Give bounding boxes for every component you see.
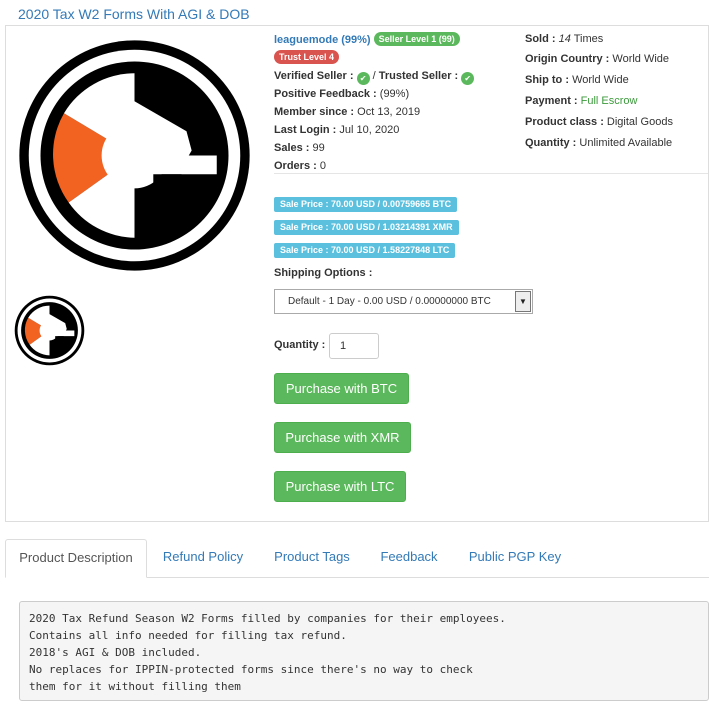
verified-check-icon: ✔ (356, 72, 370, 85)
vendor-info: leaguemode (99%) Seller Level 1 (99) Tru… (274, 31, 519, 175)
product-class-value: Digital Goods (606, 116, 673, 128)
tab-refund-policy[interactable]: Refund Policy (149, 539, 257, 577)
positive-feedback-label: Positive Feedback : (274, 88, 377, 100)
quantity-available-value: Unlimited Available (579, 137, 673, 149)
ship-to-label: Ship to : (525, 74, 569, 86)
purchase-xmr-button[interactable]: Purchase with XMR (274, 422, 411, 453)
member-since-value: Oct 13, 2019 (357, 106, 421, 118)
origin-country-label: Origin Country : (525, 53, 610, 65)
orders-label: Orders : (274, 160, 317, 172)
product-info: Sold : 14 Times Origin Country : World W… (525, 31, 673, 154)
price-xmr-badge: Sale Price : 70.00 USD / 1.03214391 XMR (274, 220, 459, 235)
description-line: No replaces for IPPIN-protected forms si… (29, 663, 473, 676)
ship-to-value: World Wide (572, 74, 629, 86)
page-title[interactable]: 2020 Tax W2 Forms With AGI & DOB (18, 6, 250, 22)
trusted-seller-label: Trusted Seller : (378, 70, 459, 82)
vendor-logo-large (19, 40, 250, 271)
sold-label: Sold : (525, 33, 556, 45)
product-description: 2020 Tax Refund Season W2 Forms filled b… (19, 601, 709, 701)
purchase-btc-button[interactable]: Purchase with BTC (274, 373, 409, 404)
description-line: 2020 Tax Refund Season W2 Forms filled b… (29, 612, 506, 625)
sold-value: 14 (558, 33, 571, 45)
section-divider (274, 173, 708, 174)
orders-value: 0 (319, 160, 326, 172)
tab-feedback[interactable]: Feedback (367, 539, 451, 577)
description-line: Contains all info needed for filling tax… (29, 629, 347, 642)
trusted-separator: / (372, 70, 376, 82)
sales-value: 99 (312, 142, 325, 154)
last-login-label: Last Login : (274, 124, 337, 136)
tab-product-description[interactable]: Product Description (5, 539, 147, 578)
quantity-label: Quantity : (274, 339, 326, 351)
product-class-label: Product class : (525, 116, 604, 128)
origin-country-value: World Wide (612, 53, 670, 65)
tab-public-pgp-key[interactable]: Public PGP Key (455, 539, 575, 577)
seller-level-badge: Seller Level 1 (99) (373, 32, 460, 46)
vendor-logo-small (14, 295, 85, 366)
dropdown-arrow-icon[interactable]: ▼ (515, 291, 531, 312)
description-line: them for it without filling them (29, 680, 241, 693)
last-login-value: Jul 10, 2020 (339, 124, 400, 136)
sold-suffix: Times (573, 33, 604, 45)
member-since-label: Member since : (274, 106, 355, 118)
product-tabs: Product Description Refund Policy Produc… (5, 539, 709, 578)
vendor-name-link[interactable]: leaguemode (99%) (274, 34, 371, 46)
payment-label: Payment : (525, 95, 578, 107)
price-btc-badge: Sale Price : 70.00 USD / 0.00759665 BTC (274, 197, 458, 212)
trusted-check-icon: ✔ (461, 72, 475, 85)
trust-level-badge: Trust Level 4 (274, 50, 340, 64)
positive-feedback-value: (99%) (379, 88, 410, 100)
shipping-options-label: Shipping Options : (274, 267, 373, 279)
sales-label: Sales : (274, 142, 310, 154)
price-ltc-badge: Sale Price : 70.00 USD / 1.58227848 LTC (274, 243, 456, 258)
verified-seller-label: Verified Seller : (274, 70, 354, 82)
quantity-input[interactable]: 1 (329, 333, 379, 359)
tab-product-tags[interactable]: Product Tags (261, 539, 363, 577)
shipping-selected-value: Default - 1 Day - 0.00 USD / 0.00000000 … (288, 296, 491, 307)
purchase-ltc-button[interactable]: Purchase with LTC (274, 471, 406, 502)
shipping-options-select[interactable]: Default - 1 Day - 0.00 USD / 0.00000000 … (274, 289, 533, 314)
description-line: 2018's AGI & DOB included. (29, 646, 202, 659)
quantity-available-label: Quantity : (525, 137, 577, 149)
payment-value: Full Escrow (580, 95, 638, 107)
